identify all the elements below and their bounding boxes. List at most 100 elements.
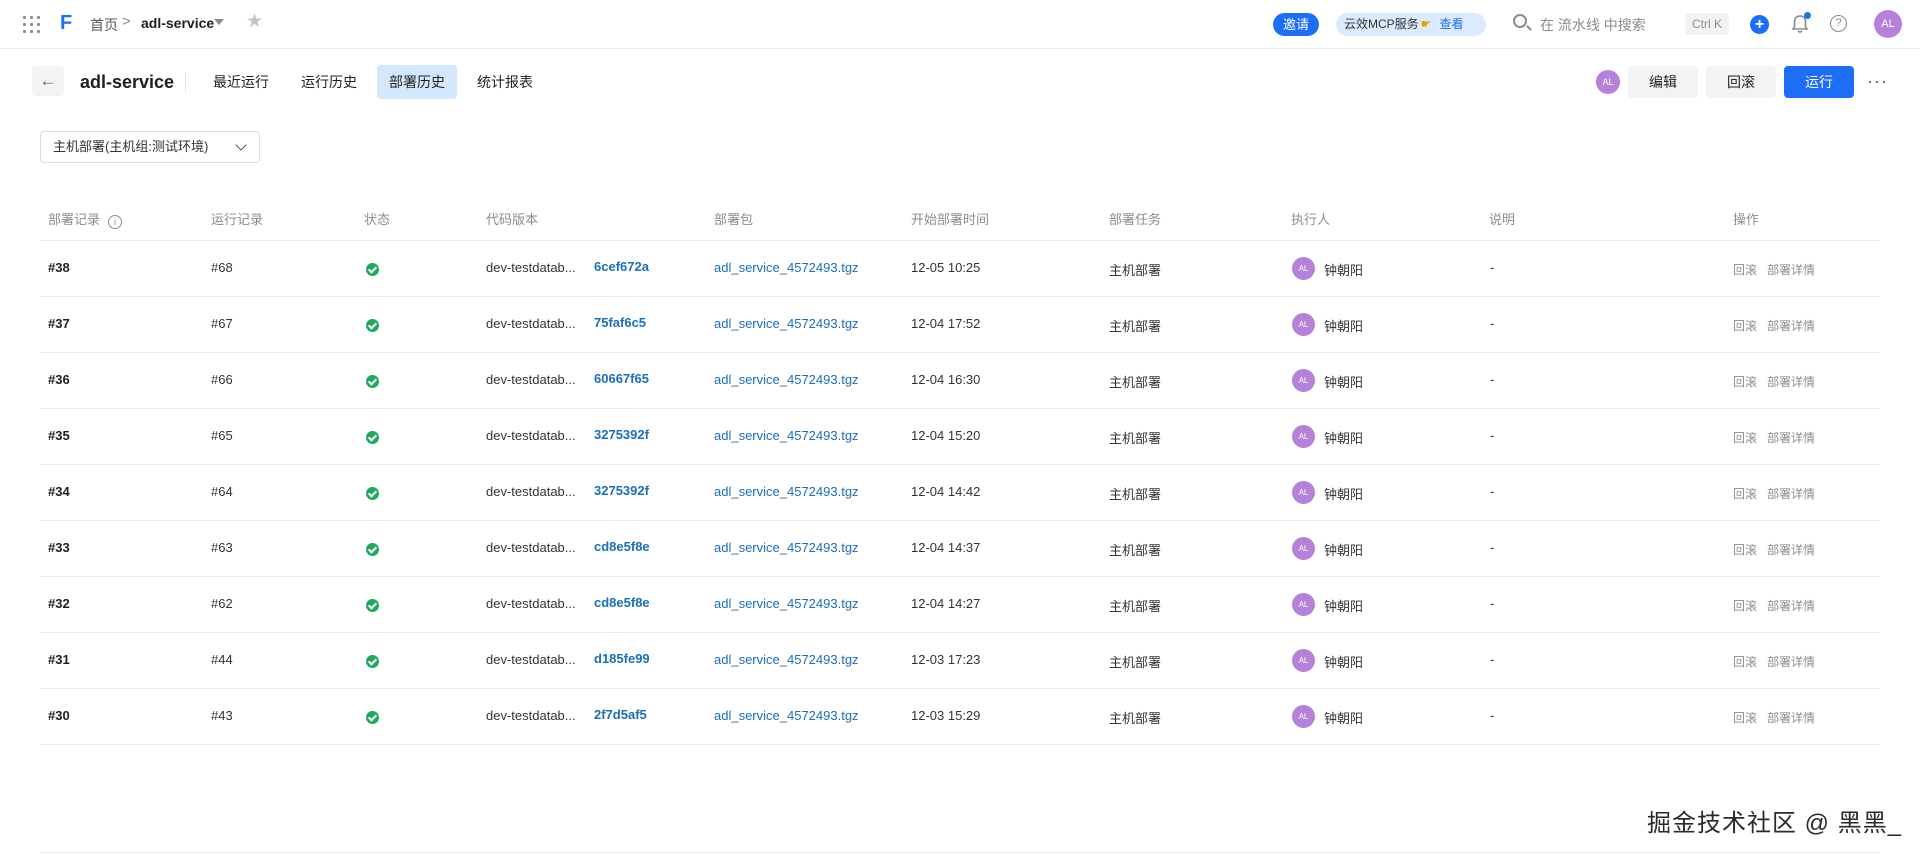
executor-avatar: AL xyxy=(1292,705,1315,728)
edit-button[interactable]: 编辑 xyxy=(1628,66,1698,98)
table-body: #38 #68 dev-testdatab... 6cef672a adl_se… xyxy=(40,241,1880,745)
package-link[interactable]: adl_service_4572493.tgz xyxy=(714,372,859,387)
row-rollback-link[interactable]: 回滚 xyxy=(1733,429,1757,446)
commit-link[interactable]: cd8e5f8e xyxy=(594,595,650,610)
column-header: 状态 xyxy=(364,212,391,227)
executor-avatar: AL xyxy=(1292,593,1315,616)
row-rollback-link[interactable]: 回滚 xyxy=(1733,261,1757,278)
row-rollback-link[interactable]: 回滚 xyxy=(1733,373,1757,390)
deploy-detail-link[interactable]: 部署详情 xyxy=(1767,485,1815,502)
package-link[interactable]: adl_service_4572493.tgz xyxy=(714,260,859,275)
package-link[interactable]: adl_service_4572493.tgz xyxy=(714,652,859,667)
breadcrumb-current[interactable]: adl-service xyxy=(141,15,214,31)
deploy-detail-link[interactable]: 部署详情 xyxy=(1767,429,1815,446)
caret-down-icon[interactable] xyxy=(214,19,224,25)
tab-recent-runs[interactable]: 最近运行 xyxy=(201,65,281,99)
deploy-record-cell[interactable]: #35 xyxy=(48,428,70,443)
column-header: 操作 xyxy=(1733,212,1760,227)
flow-logo-icon[interactable]: F xyxy=(60,13,78,33)
run-record-cell[interactable]: #67 xyxy=(211,316,233,331)
user-avatar[interactable]: AL xyxy=(1874,10,1902,38)
run-record-cell[interactable]: #44 xyxy=(211,652,233,667)
run-record-cell[interactable]: #66 xyxy=(211,372,233,387)
column-header: 部署包 xyxy=(714,212,754,227)
watermark: 掘金技术社区 @ 黑黑_ xyxy=(1647,810,1903,837)
row-rollback-link[interactable]: 回滚 xyxy=(1733,317,1757,334)
run-button[interactable]: 运行 xyxy=(1784,66,1854,98)
table-row: #37 #67 dev-testdatab... 75faf6c5 adl_se… xyxy=(40,297,1880,353)
commit-link[interactable]: 3275392f xyxy=(594,483,649,498)
deploy-detail-link[interactable]: 部署详情 xyxy=(1767,597,1815,614)
global-search-input[interactable]: 在 流水线 中搜索 xyxy=(1540,15,1646,35)
run-record-cell[interactable]: #62 xyxy=(211,596,233,611)
deploy-record-cell[interactable]: #30 xyxy=(48,708,70,723)
branch-cell: dev-testdatab... xyxy=(486,260,576,275)
help-icon[interactable]: ? xyxy=(1830,15,1847,32)
app-grid-icon[interactable] xyxy=(23,16,40,33)
commit-link[interactable]: 2f7d5af5 xyxy=(594,707,647,722)
tab-run-history[interactable]: 运行历史 xyxy=(289,65,369,99)
branch-cell: dev-testdatab... xyxy=(486,596,576,611)
deploy-detail-link[interactable]: 部署详情 xyxy=(1767,317,1815,334)
row-rollback-link[interactable]: 回滚 xyxy=(1733,653,1757,670)
commit-link[interactable]: cd8e5f8e xyxy=(594,539,650,554)
run-record-cell[interactable]: #65 xyxy=(211,428,233,443)
deploy-record-cell[interactable]: #36 xyxy=(48,372,70,387)
tab-deploy-history[interactable]: 部署历史 xyxy=(377,65,457,99)
run-record-cell[interactable]: #68 xyxy=(211,260,233,275)
package-link[interactable]: adl_service_4572493.tgz xyxy=(714,428,859,443)
star-icon[interactable]: ★ xyxy=(246,12,263,32)
breadcrumb-home[interactable]: 首页 xyxy=(90,15,118,35)
deploy-record-cell[interactable]: #34 xyxy=(48,484,70,499)
deploy-detail-link[interactable]: 部署详情 xyxy=(1767,653,1815,670)
note-cell: - xyxy=(1490,484,1495,499)
deploy-record-cell[interactable]: #37 xyxy=(48,316,70,331)
back-button[interactable]: ← xyxy=(32,66,64,96)
hand-pointer-icon: ☛ xyxy=(1420,17,1432,31)
commit-link[interactable]: 6cef672a xyxy=(594,259,649,274)
plus-icon[interactable]: + xyxy=(1750,15,1769,34)
deploy-record-cell[interactable]: #38 xyxy=(48,260,70,275)
commit-link[interactable]: 75faf6c5 xyxy=(594,315,646,330)
package-link[interactable]: adl_service_4572493.tgz xyxy=(714,484,859,499)
executor-name: 钟朝阳 xyxy=(1324,431,1364,446)
owner-avatar[interactable]: AL xyxy=(1596,70,1620,94)
deploy-target-select[interactable]: 主机部署(主机组:测试环境) xyxy=(40,131,260,163)
deploy-detail-link[interactable]: 部署详情 xyxy=(1767,541,1815,558)
deploy-record-cell[interactable]: #32 xyxy=(48,596,70,611)
package-link[interactable]: adl_service_4572493.tgz xyxy=(714,596,859,611)
package-link[interactable]: adl_service_4572493.tgz xyxy=(714,708,859,723)
row-rollback-link[interactable]: 回滚 xyxy=(1733,541,1757,558)
executor-name: 钟朝阳 xyxy=(1324,543,1364,558)
invite-button[interactable]: 邀请 xyxy=(1273,13,1320,36)
rollback-button[interactable]: 回滚 xyxy=(1706,66,1776,98)
deploy-detail-link[interactable]: 部署详情 xyxy=(1767,709,1815,726)
deploy-target-value: 主机部署(主机组:测试环境) xyxy=(53,139,209,154)
commit-link[interactable]: d185fe99 xyxy=(594,651,650,666)
executor-avatar: AL xyxy=(1292,537,1315,560)
info-icon[interactable]: i xyxy=(108,215,123,229)
run-record-cell[interactable]: #43 xyxy=(211,708,233,723)
mcp-view-link[interactable]: 查看 xyxy=(1439,17,1463,31)
package-link[interactable]: adl_service_4572493.tgz xyxy=(714,316,859,331)
mcp-service-banner[interactable]: 云效MCP服务 ☛ 查看 xyxy=(1336,13,1486,36)
commit-link[interactable]: 3275392f xyxy=(594,427,649,442)
deploy-record-cell[interactable]: #33 xyxy=(48,540,70,555)
run-record-cell[interactable]: #63 xyxy=(211,540,233,555)
package-link[interactable]: adl_service_4572493.tgz xyxy=(714,540,859,555)
run-record-cell[interactable]: #64 xyxy=(211,484,233,499)
deploy-record-cell[interactable]: #31 xyxy=(48,652,70,667)
row-rollback-link[interactable]: 回滚 xyxy=(1733,597,1757,614)
note-cell: - xyxy=(1490,652,1495,667)
row-rollback-link[interactable]: 回滚 xyxy=(1733,485,1757,502)
commit-link[interactable]: 60667f65 xyxy=(594,371,649,386)
column-header: 运行记录 xyxy=(211,212,264,227)
deploy-detail-link[interactable]: 部署详情 xyxy=(1767,373,1815,390)
more-icon[interactable]: ··· xyxy=(1867,71,1888,92)
row-rollback-link[interactable]: 回滚 xyxy=(1733,709,1757,726)
chevron-right-icon: > xyxy=(122,13,131,30)
tab-statistics[interactable]: 统计报表 xyxy=(465,65,545,99)
deploy-detail-link[interactable]: 部署详情 xyxy=(1767,261,1815,278)
executor-name: 钟朝阳 xyxy=(1324,375,1364,390)
search-icon[interactable] xyxy=(1513,14,1527,28)
